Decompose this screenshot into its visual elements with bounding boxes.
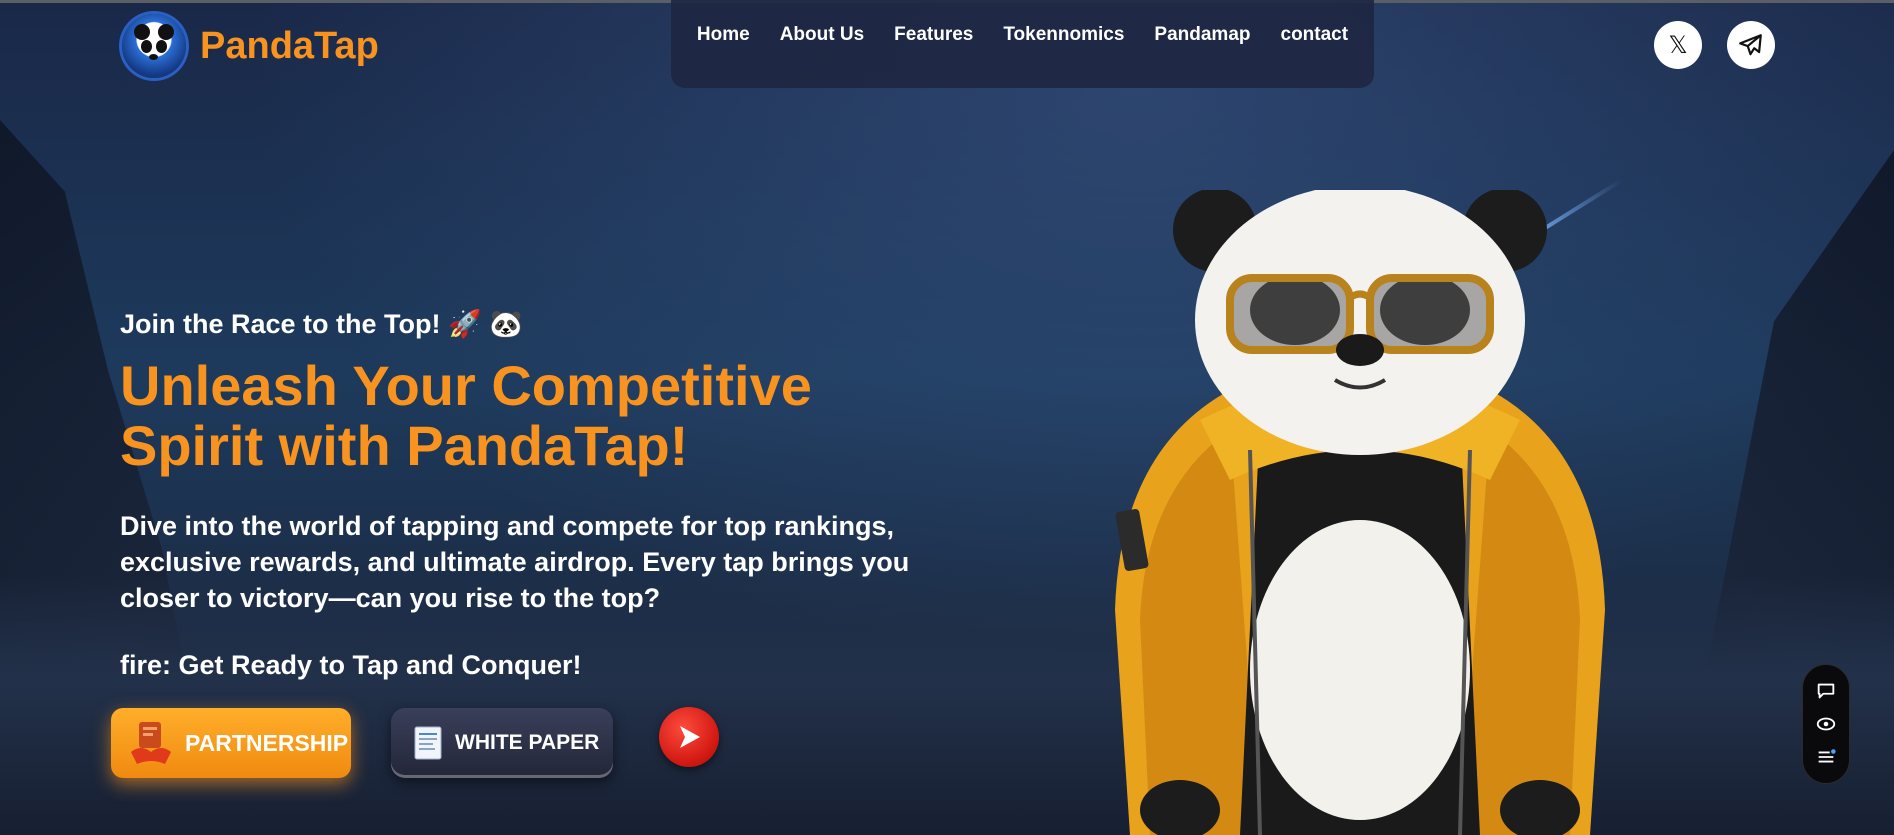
panda-mascot-illustration	[1115, 190, 1605, 835]
partnership-label: PARTNERSHIP	[185, 729, 349, 756]
brand-name: PandaTap	[200, 24, 379, 67]
partnership-button[interactable]: PARTNERSHIP	[111, 708, 351, 778]
nav-about-us[interactable]: About Us	[780, 24, 864, 46]
play-video-button[interactable]	[659, 707, 719, 767]
white-paper-button[interactable]: WHITE PAPER	[391, 708, 613, 778]
telegram-social-button[interactable]	[1727, 21, 1775, 69]
nav-pandamap[interactable]: Pandamap	[1154, 24, 1250, 46]
hero-kicker: Join the Race to the Top! 🚀 🐼	[120, 309, 523, 339]
nav-contact[interactable]: contact	[1281, 24, 1349, 46]
hero-description: Dive into the world of tapping and compe…	[120, 511, 910, 613]
hero-fire-line: fire: Get Ready to Tap and Conquer!	[120, 650, 582, 680]
chat-icon[interactable]	[1815, 680, 1837, 702]
handshake-icon	[131, 722, 171, 764]
floating-action-widget	[1802, 664, 1850, 784]
nav-features[interactable]: Features	[894, 24, 973, 46]
nav-home[interactable]: Home	[697, 24, 750, 46]
eye-icon[interactable]	[1815, 713, 1837, 735]
x-social-button[interactable]: 𝕏	[1654, 21, 1702, 69]
document-icon	[414, 726, 442, 760]
hero-title: Unleash Your Competitive Spirit with Pan…	[120, 354, 812, 477]
menu-icon[interactable]	[1815, 746, 1837, 768]
telegram-icon	[1739, 34, 1762, 56]
panda-logo-icon	[122, 14, 186, 78]
nav-tokennomics[interactable]: Tokennomics	[1003, 24, 1124, 46]
main-nav: Home About Us Features Tokennomics Panda…	[671, 0, 1374, 88]
site-logo[interactable]: PandaTap	[122, 14, 379, 78]
x-logo-icon: 𝕏	[1668, 31, 1688, 59]
white-paper-label: WHITE PAPER	[455, 731, 600, 754]
play-icon	[680, 726, 700, 748]
